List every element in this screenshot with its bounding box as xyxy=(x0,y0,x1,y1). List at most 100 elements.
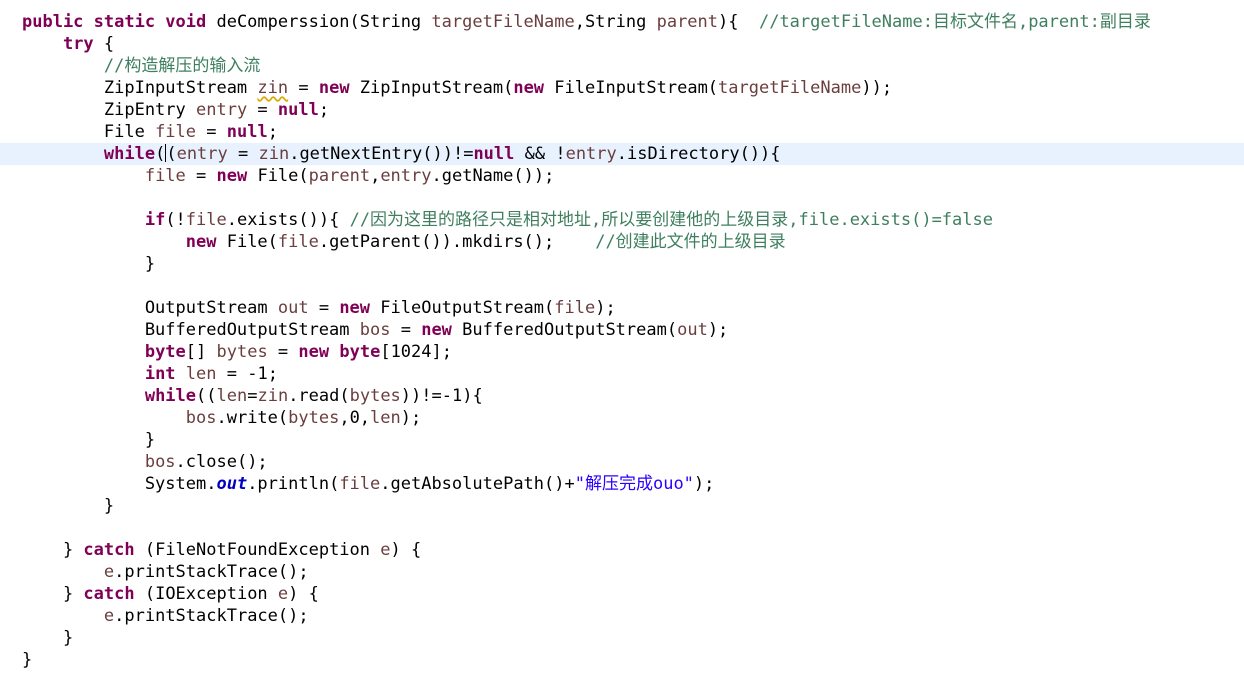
code-line[interactable]: public static void deComperssion(String … xyxy=(0,11,1244,33)
code-line[interactable] xyxy=(0,187,1244,209)
code-token: .printStackTrace(); xyxy=(114,562,309,582)
code-line[interactable]: new File(file.getParent()).mkdirs(); //创… xyxy=(0,231,1244,253)
code-line[interactable]: bos.close(); xyxy=(0,451,1244,473)
code-line[interactable]: bos.write(bytes,0,len); xyxy=(0,407,1244,429)
code-line[interactable]: BufferedOutputStream bos = new BufferedO… xyxy=(0,319,1244,341)
code-token: .getNextEntry())!= xyxy=(289,144,474,164)
code-token: } xyxy=(22,584,84,604)
code-line[interactable]: file = new File(parent,entry.getName()); xyxy=(0,165,1244,187)
code-token: bytes xyxy=(349,386,401,406)
code-keyword: new xyxy=(318,78,350,98)
code-token: ){ xyxy=(718,12,759,32)
code-line[interactable]: byte[] bytes = new byte[1024]; xyxy=(0,341,1244,363)
code-keyword: byte xyxy=(339,342,381,362)
code-token: .close(); xyxy=(175,452,268,472)
code-line[interactable]: } catch (FileNotFoundException e) { xyxy=(0,539,1244,561)
code-line[interactable]: e.printStackTrace(); xyxy=(0,605,1244,627)
code-token: out xyxy=(677,320,708,340)
code-token: file xyxy=(155,122,197,142)
code-line[interactable]: File file = null; xyxy=(0,121,1244,143)
code-line[interactable]: OutputStream out = new FileOutputStream(… xyxy=(0,297,1244,319)
code-token: targetFileName xyxy=(431,12,575,32)
code-token: (IOException xyxy=(134,584,278,604)
code-line[interactable]: } catch (IOException e) { xyxy=(0,583,1244,605)
code-token: = xyxy=(227,144,259,164)
code-token: e xyxy=(277,584,289,604)
code-token: targetFileName xyxy=(718,78,862,98)
code-line[interactable]: e.printStackTrace(); xyxy=(0,561,1244,583)
code-line[interactable]: if(!file.exists()){ //因为这里的路径只是相对地址,所以要创… xyxy=(0,209,1244,231)
code-token: bos xyxy=(144,452,176,472)
code-line[interactable]: ZipEntry entry = null; xyxy=(0,99,1244,121)
code-keyword: int xyxy=(144,364,176,384)
code-line[interactable] xyxy=(0,275,1244,297)
code-line[interactable]: } xyxy=(0,495,1244,517)
code-token: } xyxy=(22,650,33,670)
code-line[interactable]: //构造解压的输入流 xyxy=(0,55,1244,77)
code-keyword: while xyxy=(144,386,197,406)
code-editor[interactable]: public static void deComperssion(String … xyxy=(0,0,1244,688)
code-token: ); xyxy=(595,298,616,318)
code-line[interactable]: int len = -1; xyxy=(0,363,1244,385)
code-line[interactable] xyxy=(0,517,1244,539)
code-token: (! xyxy=(165,210,186,230)
code-token: ))!=-1){ xyxy=(400,386,483,406)
code-token: = xyxy=(247,100,278,120)
code-line[interactable]: } xyxy=(0,429,1244,451)
code-token: .getAbsolutePath()+ xyxy=(380,474,575,494)
code-token: .printStackTrace(); xyxy=(114,606,309,626)
code-token: len xyxy=(216,386,248,406)
code-token: zin xyxy=(257,386,289,406)
code-token: .write( xyxy=(216,408,289,428)
code-token: } xyxy=(22,430,156,450)
code-token: entry xyxy=(196,100,248,120)
code-token: ,String xyxy=(574,12,657,32)
code-token: BufferedOutputStream xyxy=(22,320,360,340)
code-token: out xyxy=(216,474,248,494)
code-token: System. xyxy=(22,474,217,494)
code-token: ; xyxy=(318,100,330,120)
code-keyword: null xyxy=(226,122,268,142)
code-keyword: catch xyxy=(83,584,135,604)
code-token: len xyxy=(370,408,401,428)
code-line[interactable]: try { xyxy=(0,33,1244,55)
code-line[interactable]: ZipInputStream zin = new ZipInputStream(… xyxy=(0,77,1244,99)
code-line[interactable]: } xyxy=(0,649,1244,671)
code-line[interactable]: while((len=zin.read(bytes))!=-1){ xyxy=(0,385,1244,407)
code-token: , xyxy=(370,166,381,186)
code-line[interactable]: while((entry = zin.getNextEntry())!=null… xyxy=(0,143,1244,165)
code-token: )); xyxy=(861,78,893,98)
code-token: deComperssion(String xyxy=(206,12,432,32)
code-token: ,0, xyxy=(339,408,371,428)
code-token: ); xyxy=(707,320,729,340)
code-token: } xyxy=(22,540,84,560)
code-token: (( xyxy=(155,144,177,164)
code-token: e xyxy=(103,562,115,582)
code-token: [] xyxy=(185,342,217,362)
code-keyword: public static void xyxy=(22,12,207,32)
code-token: (( xyxy=(196,386,217,406)
code-token: = xyxy=(185,166,217,186)
code-line[interactable]: } xyxy=(0,627,1244,649)
code-token: .getName()); xyxy=(431,166,555,186)
code-token: e xyxy=(380,540,391,560)
code-line[interactable]: System.out.println(file.getAbsolutePath(… xyxy=(0,473,1244,495)
code-line[interactable]: } xyxy=(0,253,1244,275)
code-keyword: null xyxy=(277,100,319,120)
code-token: FileInputStream( xyxy=(544,78,719,98)
code-keyword: new xyxy=(513,78,545,98)
code-token: } xyxy=(22,254,156,274)
code-token: BufferedOutputStream( xyxy=(451,320,678,340)
code-token: { xyxy=(93,34,115,54)
code-token: .isDirectory()){ xyxy=(616,144,781,164)
code-keyword: if xyxy=(144,210,166,230)
